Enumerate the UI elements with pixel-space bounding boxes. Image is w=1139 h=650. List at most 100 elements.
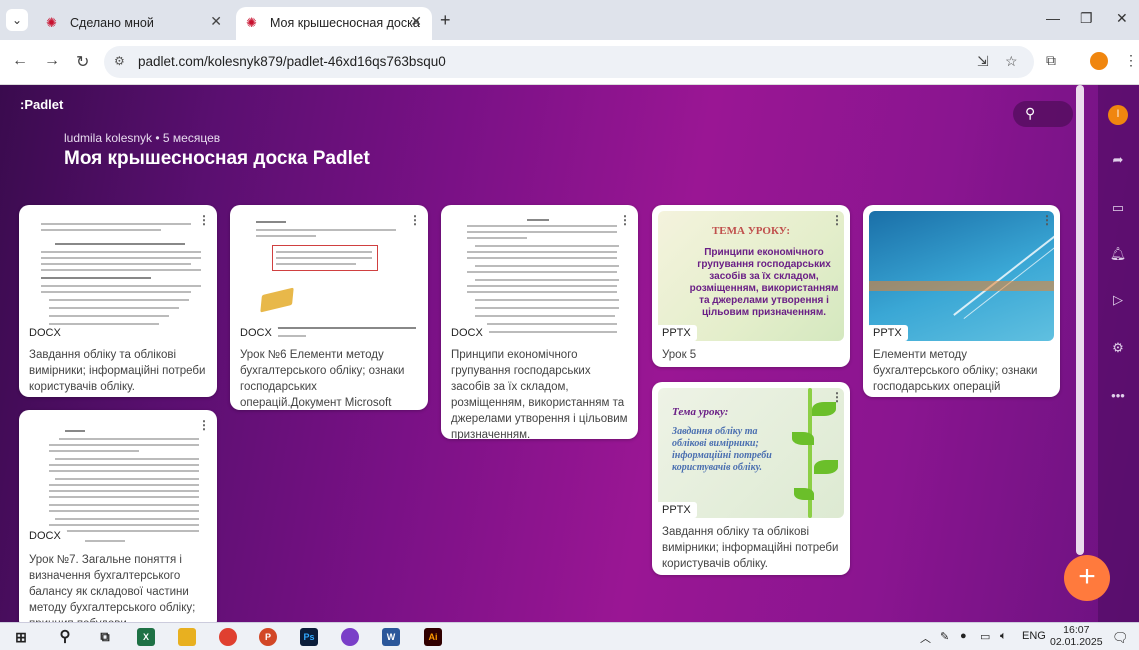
post-card[interactable]: ⋮ PPTX Елементи методу бухгалтерського о… — [863, 205, 1060, 397]
clock[interactable]: 16:07 02.01.2025 — [1050, 624, 1103, 648]
windows-start-icon[interactable]: ⊞ — [12, 628, 30, 646]
post-caption: Завдання обліку та облікові вимірники; і… — [29, 349, 206, 393]
remake-icon[interactable]: ▭ — [1107, 197, 1129, 219]
padlet-logo[interactable]: :Padlet — [20, 97, 63, 112]
post-card[interactable]: ⋮ DOCX Завдання обліку та облікові вимір… — [19, 205, 217, 397]
notifications-icon[interactable]: 🗨︎ — [1112, 630, 1129, 646]
extensions-icon[interactable]: ⧉ — [1046, 52, 1056, 69]
avatar[interactable]: l — [1108, 105, 1128, 125]
slide-text: Принципи економічного групування господа… — [689, 247, 839, 318]
add-post-button[interactable]: + — [1064, 555, 1110, 601]
menu-icon[interactable]: ⋮ — [1124, 52, 1138, 69]
post-card[interactable]: ТЕМА УРОКУ: Принципи економічного групув… — [652, 205, 850, 367]
windows-taskbar: ⊞ ⚲ ⧉ X P Ps W Ai ︿ ✎ ● ▭ 🔈︎ ENG 16:07 0… — [0, 622, 1139, 650]
chrome-icon[interactable] — [219, 628, 237, 646]
install-app-icon[interactable]: ⇲ — [977, 53, 989, 70]
profile-avatar[interactable] — [1090, 52, 1108, 70]
app-icon[interactable] — [341, 628, 359, 646]
document-preview — [447, 211, 632, 341]
bell-icon[interactable]: 🔔︎ — [1107, 243, 1129, 265]
author-line: ludmila kolesnyk • 5 месяцев — [64, 131, 221, 145]
padlet-favicon-icon: ✺ — [46, 15, 57, 30]
post-caption: Завдання обліку та облікові вимірники; і… — [662, 526, 839, 570]
date: 02.01.2025 — [1050, 636, 1103, 648]
forward-icon[interactable]: → — [44, 52, 60, 70]
url-text: padlet.com/kolesnyk879/padlet-46xd16qs76… — [138, 54, 446, 69]
share-icon[interactable]: ➦ — [1107, 149, 1129, 171]
reload-icon[interactable]: ↻ — [76, 52, 89, 72]
file-type-badge: PPTX — [656, 325, 697, 341]
post-card[interactable]: ⋮ DOCX Урок №6 Елементи методу бухгалтер… — [230, 205, 428, 410]
close-tab-icon[interactable]: ✕ — [410, 13, 422, 30]
post-caption: Елементи методу бухгалтерського обліку; … — [873, 349, 1038, 393]
back-icon[interactable]: ← — [12, 52, 28, 70]
post-menu-icon[interactable]: ⋮ — [409, 213, 421, 227]
illustrator-icon[interactable]: Ai — [424, 628, 442, 646]
page-title: Моя крышесносная доска Padlet — [64, 148, 370, 169]
more-icon[interactable]: ••• — [1107, 385, 1129, 407]
browser-tab-strip: ⌄ ✺ Сделано мной ✕ ✺ Моя крышесносная до… — [0, 0, 1139, 40]
padlet-favicon-icon: ✺ — [246, 15, 257, 30]
word-icon[interactable]: W — [382, 628, 400, 646]
new-tab-icon[interactable]: + — [440, 10, 451, 31]
post-menu-icon[interactable]: ⋮ — [619, 213, 631, 227]
minimize-icon[interactable]: — — [1046, 10, 1060, 26]
restore-icon[interactable]: ❐ — [1080, 10, 1093, 27]
slide-preview: Тема уроку: Завдання обліку та облікові … — [658, 388, 844, 518]
post-caption: Урок №6 Елементи методу бухгалтерського … — [240, 349, 405, 409]
scrollbar[interactable] — [1076, 85, 1084, 555]
post-card[interactable]: Тема уроку: Завдання обліку та облікові … — [652, 382, 850, 575]
slide-preview: ТЕМА УРОКУ: Принципи економічного групув… — [658, 211, 844, 341]
app-tray-icon[interactable]: ● — [960, 630, 967, 642]
post-menu-icon[interactable]: ⋮ — [1041, 213, 1053, 227]
tab-search-icon[interactable]: ⌄ — [6, 9, 28, 31]
post-caption: Урок 5 — [662, 349, 697, 361]
post-menu-icon[interactable]: ⋮ — [198, 213, 210, 227]
file-type-badge: PPTX — [656, 502, 697, 518]
volume-icon[interactable]: 🔈︎ — [1000, 630, 1007, 643]
search-icon: ⚲ — [1025, 105, 1036, 121]
file-type-badge: PPTX — [867, 325, 908, 341]
post-menu-icon[interactable]: ⋮ — [831, 390, 843, 404]
close-tab-icon[interactable]: ✕ — [210, 13, 222, 30]
gear-icon[interactable]: ⚙ — [1107, 337, 1129, 359]
tab-title: Моя крышесносная доска Padl — [270, 16, 420, 30]
padlet-board: :Padlet ludmila kolesnyk • 5 месяцев Моя… — [0, 85, 1139, 622]
file-explorer-icon[interactable] — [178, 628, 196, 646]
show-hidden-icons[interactable]: ︿ — [920, 630, 931, 646]
file-type-badge: DOCX — [23, 325, 67, 341]
site-info-icon[interactable]: ⚙ — [114, 54, 125, 68]
post-card[interactable]: ⋮ DOCX Урок №7. Загальне поняття і визна… — [19, 410, 217, 622]
search-button[interactable]: ⚲ — [1013, 101, 1073, 127]
browser-tab-1[interactable]: ✺ Сделано мной ✕ — [36, 7, 232, 40]
book-illustration — [260, 287, 294, 313]
time: 16:07 — [1063, 624, 1090, 636]
bookmark-star-icon[interactable]: ☆ — [1005, 53, 1018, 70]
slide-title: ТЕМА УРОКУ: — [711, 225, 791, 237]
address-bar[interactable]: ⚙ padlet.com/kolesnyk879/padlet-46xd16qs… — [104, 46, 1034, 78]
browser-toolbar: ← → ↻ ⚙ padlet.com/kolesnyk879/padlet-46… — [0, 40, 1139, 85]
tab-title: Сделано мной — [70, 16, 154, 30]
file-type-badge: DOCX — [234, 325, 278, 341]
document-preview — [25, 211, 211, 341]
network-icon[interactable]: ▭ — [980, 630, 990, 643]
language-indicator[interactable]: ENG — [1022, 630, 1046, 642]
close-window-icon[interactable]: ✕ — [1116, 10, 1128, 27]
task-view-icon[interactable]: ⧉ — [96, 628, 114, 646]
browser-tab-2[interactable]: ✺ Моя крышесносная доска Padl ✕ — [236, 7, 432, 40]
post-menu-icon[interactable]: ⋮ — [831, 213, 843, 227]
file-type-badge: DOCX — [445, 325, 489, 341]
document-preview — [236, 211, 422, 341]
search-icon[interactable]: ⚲ — [56, 628, 74, 646]
post-caption: Принципи економічного групування господа… — [451, 349, 628, 439]
file-type-badge: DOCX — [23, 528, 67, 544]
excel-icon[interactable]: X — [137, 628, 155, 646]
powerpoint-icon[interactable]: P — [259, 628, 277, 646]
slide-preview — [869, 211, 1054, 341]
pen-icon[interactable]: ✎ — [940, 630, 949, 643]
post-caption: Урок №7. Загальне поняття і визначення б… — [29, 554, 196, 622]
slideshow-icon[interactable]: ▷ — [1107, 289, 1129, 311]
post-menu-icon[interactable]: ⋮ — [198, 418, 210, 432]
post-card[interactable]: ⋮ DOCX Принципи економічного групування … — [441, 205, 638, 439]
photoshop-icon[interactable]: Ps — [300, 628, 318, 646]
